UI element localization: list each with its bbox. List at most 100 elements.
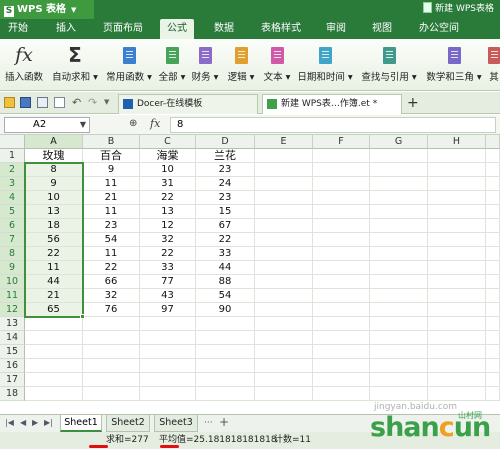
cell[interactable] xyxy=(428,219,486,233)
cell[interactable] xyxy=(428,275,486,289)
cell[interactable] xyxy=(486,205,500,219)
cell[interactable] xyxy=(255,303,313,317)
cell[interactable]: 百合 xyxy=(83,149,140,163)
cell[interactable] xyxy=(428,205,486,219)
cell[interactable] xyxy=(25,331,83,345)
cell[interactable] xyxy=(140,345,196,359)
next-sheet-icon[interactable]: ▶ xyxy=(32,418,38,427)
cell[interactable] xyxy=(255,149,313,163)
cell[interactable]: 22 xyxy=(196,233,255,247)
more-sheets-icon[interactable]: ··· xyxy=(204,418,213,428)
print-preview-icon[interactable] xyxy=(54,97,65,108)
cell[interactable]: 33 xyxy=(140,261,196,275)
cell[interactable]: 33 xyxy=(196,247,255,261)
cell[interactable] xyxy=(486,387,500,401)
cell[interactable] xyxy=(370,261,428,275)
cell[interactable] xyxy=(25,345,83,359)
cell[interactable] xyxy=(255,317,313,331)
cell[interactable] xyxy=(25,387,83,401)
redo-icon[interactable]: ↷ xyxy=(88,97,99,108)
cell[interactable]: 13 xyxy=(140,205,196,219)
cell[interactable]: 44 xyxy=(196,261,255,275)
cell[interactable] xyxy=(313,205,370,219)
tab-insert[interactable]: 插入 xyxy=(50,19,82,39)
cell[interactable]: 兰花 xyxy=(196,149,255,163)
cell[interactable] xyxy=(196,359,255,373)
cell[interactable] xyxy=(83,345,140,359)
name-box[interactable]: A2 ▼ xyxy=(4,117,90,133)
row-header-13[interactable]: 13 xyxy=(0,317,25,331)
cell[interactable] xyxy=(255,219,313,233)
cell[interactable] xyxy=(428,261,486,275)
cell[interactable] xyxy=(370,289,428,303)
more-functions-button[interactable]: 其 xyxy=(488,41,500,89)
cell[interactable]: 18 xyxy=(25,219,83,233)
cell[interactable]: 11 xyxy=(83,247,140,261)
row-header-11[interactable]: 11 xyxy=(0,289,25,303)
select-all-corner[interactable] xyxy=(0,135,25,149)
cell[interactable]: 21 xyxy=(25,289,83,303)
cell[interactable] xyxy=(255,387,313,401)
autosum-button[interactable]: Σ 自动求和 ▾ xyxy=(49,41,101,89)
cell[interactable] xyxy=(370,247,428,261)
column-header-e[interactable]: E xyxy=(255,135,313,149)
math-functions-button[interactable]: 数学和三角 ▾ xyxy=(424,41,484,89)
cell[interactable]: 22 xyxy=(140,247,196,261)
search-icon[interactable]: ⊕ xyxy=(129,118,137,129)
cell[interactable] xyxy=(428,233,486,247)
print-icon[interactable] xyxy=(37,97,48,108)
cell[interactable] xyxy=(428,317,486,331)
cell[interactable]: 67 xyxy=(196,219,255,233)
cell[interactable]: 97 xyxy=(140,303,196,317)
cell[interactable] xyxy=(486,191,500,205)
cell[interactable] xyxy=(313,247,370,261)
cell[interactable] xyxy=(428,303,486,317)
cell[interactable] xyxy=(486,233,500,247)
fx-icon[interactable]: fx xyxy=(150,117,160,130)
row-header-3[interactable]: 3 xyxy=(0,177,25,191)
row-header-12[interactable]: 12 xyxy=(0,303,25,317)
cell[interactable] xyxy=(255,177,313,191)
cell[interactable] xyxy=(140,387,196,401)
tab-workbook[interactable]: 新建 WPS表…作簿.et * xyxy=(262,94,402,114)
cell[interactable]: 22 xyxy=(83,261,140,275)
cell[interactable]: 12 xyxy=(140,219,196,233)
cell[interactable]: 44 xyxy=(25,275,83,289)
cell[interactable] xyxy=(313,387,370,401)
cell[interactable] xyxy=(313,191,370,205)
cell[interactable] xyxy=(486,163,500,177)
cell[interactable] xyxy=(255,233,313,247)
cell[interactable] xyxy=(255,359,313,373)
row-header-14[interactable]: 14 xyxy=(0,331,25,345)
cell[interactable]: 10 xyxy=(25,191,83,205)
row-header-8[interactable]: 8 xyxy=(0,247,25,261)
row-header-7[interactable]: 7 xyxy=(0,233,25,247)
cell[interactable] xyxy=(196,387,255,401)
formula-input[interactable]: 8 xyxy=(170,117,496,133)
cell[interactable]: 8 xyxy=(25,163,83,177)
cell[interactable]: 11 xyxy=(83,177,140,191)
cell[interactable]: 11 xyxy=(83,205,140,219)
cell[interactable] xyxy=(428,387,486,401)
cell[interactable]: 9 xyxy=(83,163,140,177)
cell[interactable]: 56 xyxy=(25,233,83,247)
row-header-10[interactable]: 10 xyxy=(0,275,25,289)
datetime-functions-button[interactable]: 日期和时间 ▾ xyxy=(296,41,354,89)
lookup-functions-button[interactable]: 查找与引用 ▾ xyxy=(360,41,418,89)
common-functions-button[interactable]: 常用函数 ▾ xyxy=(104,41,154,89)
cell[interactable] xyxy=(313,359,370,373)
cell[interactable] xyxy=(370,303,428,317)
cell[interactable]: 32 xyxy=(83,289,140,303)
column-header-d[interactable]: D xyxy=(196,135,255,149)
cell[interactable] xyxy=(255,345,313,359)
first-sheet-icon[interactable]: |◀ xyxy=(5,418,14,427)
cell[interactable] xyxy=(486,289,500,303)
cell[interactable] xyxy=(83,359,140,373)
column-header-g[interactable]: G xyxy=(370,135,428,149)
row-header-9[interactable]: 9 xyxy=(0,261,25,275)
save-icon[interactable] xyxy=(20,97,31,108)
row-header-2[interactable]: 2 xyxy=(0,163,25,177)
all-functions-button[interactable]: 全部 ▾ xyxy=(157,41,187,89)
cell[interactable] xyxy=(255,261,313,275)
cell[interactable] xyxy=(370,317,428,331)
